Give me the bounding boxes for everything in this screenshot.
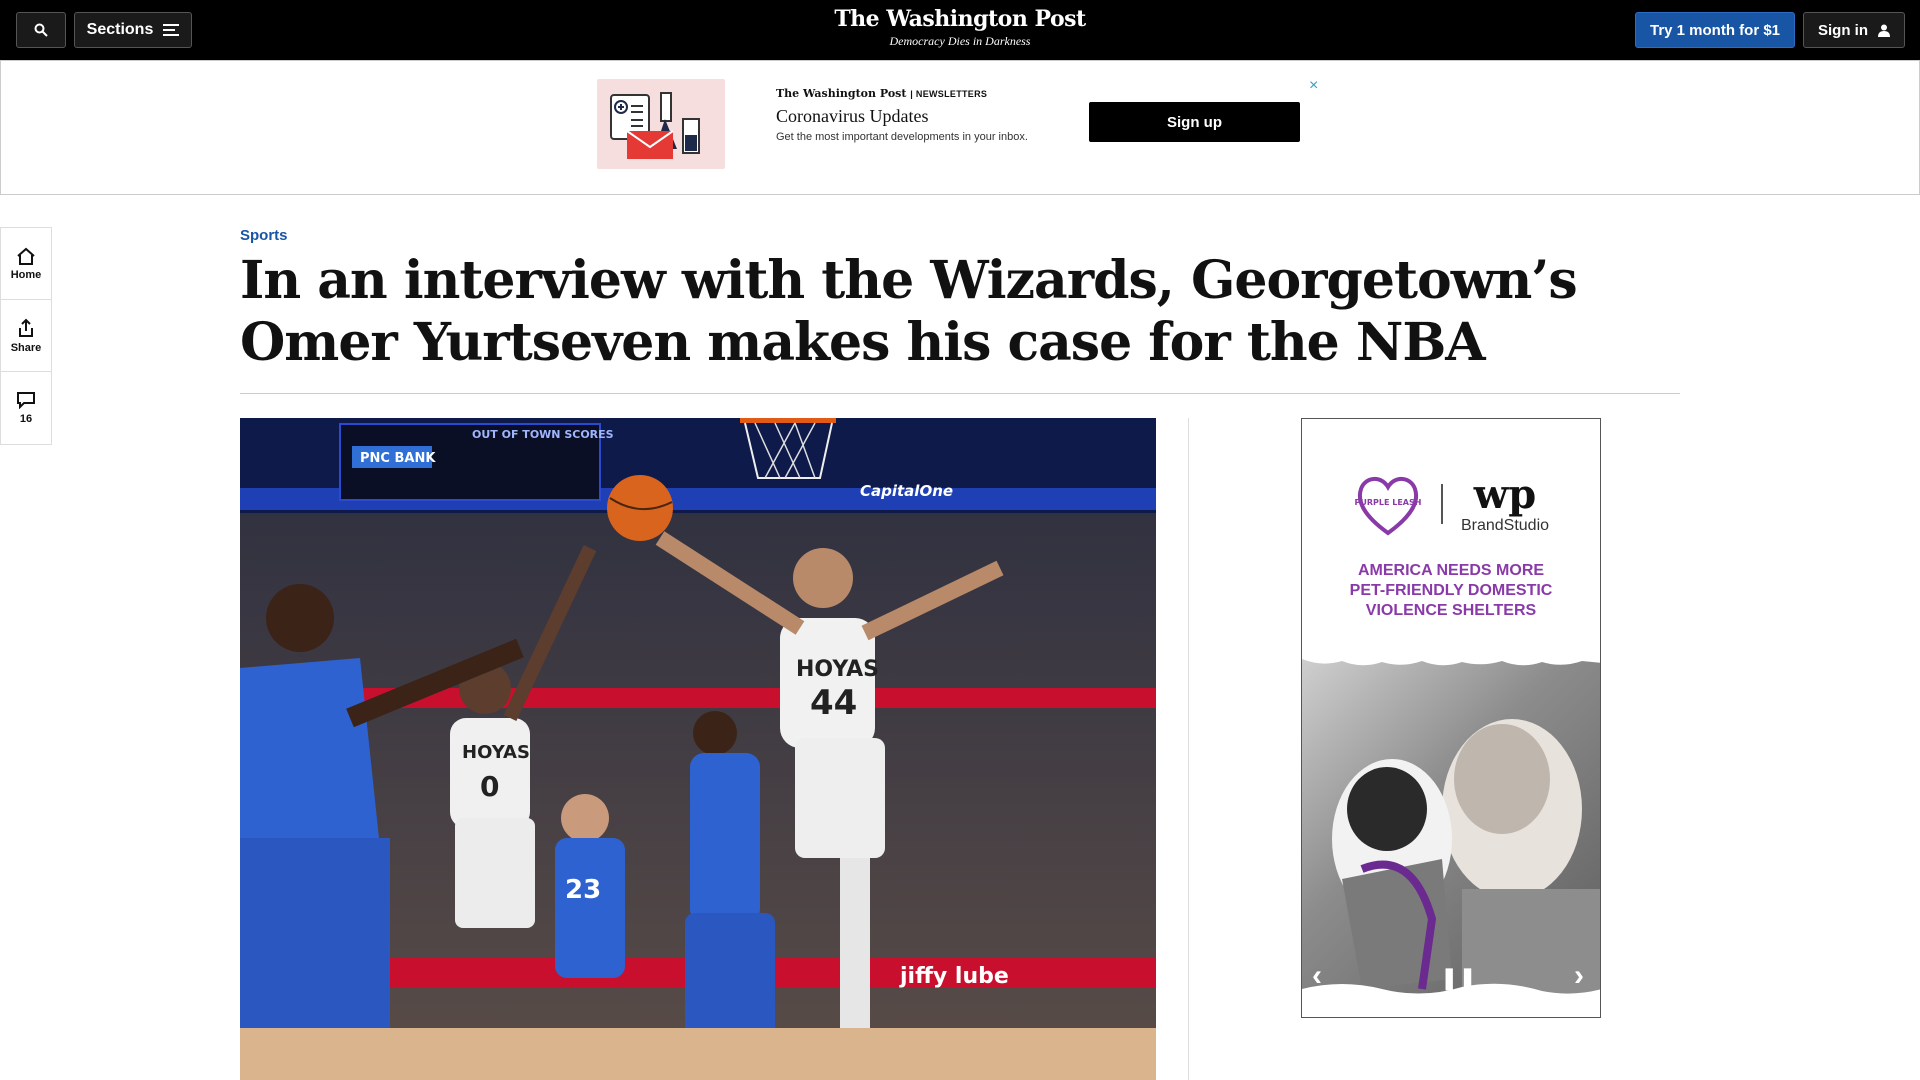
rail-share-button[interactable]: Share	[1, 300, 51, 372]
comment-icon	[17, 392, 35, 409]
newsletter-title: Coronavirus Updates	[776, 106, 929, 126]
tagline: Democracy Dies in Darkness	[889, 34, 1031, 48]
jersey-team-44: HOYAS	[796, 657, 879, 682]
subscribe-button[interactable]: Try 1 month for $1	[1635, 12, 1795, 48]
newsletter-text: The Washington Post | NEWSLETTERS Corona…	[776, 87, 1076, 143]
scoreboard-text: OUT OF TOWN SCORES	[472, 428, 614, 441]
jersey-number-0: 0	[480, 770, 499, 803]
menu-icon	[163, 24, 180, 36]
rail-comments-count: 16	[19, 413, 33, 425]
ad-headline-line-3: VIOLENCE SHELTERS	[1365, 602, 1537, 619]
newsletter-description: Get the most important developments in y…	[776, 131, 1028, 143]
ad-logo-divider	[1440, 484, 1443, 524]
masthead[interactable]: The Washington Post Democracy Dies in Da…	[760, 6, 1160, 49]
jersey-number-44: 44	[810, 683, 857, 723]
newsletter-brand-suffix: | NEWSLETTERS	[910, 89, 988, 99]
close-icon[interactable]: ×	[1309, 77, 1318, 95]
newsletter-brand: The Washington Post | NEWSLETTERS	[776, 87, 1076, 100]
sections-label: Sections	[86, 21, 154, 38]
user-icon	[1878, 24, 1890, 37]
share-icon	[19, 318, 33, 337]
headline-divider	[240, 393, 1680, 394]
ad-logos: PURPLE LEASH wp BrandStudio	[1302, 459, 1600, 549]
ad-next-icon[interactable]: ›	[1574, 959, 1584, 993]
ad-headline: AMERICA NEEDS MORE PET-FRIENDLY DOMESTIC…	[1302, 561, 1600, 621]
newsletter-banner: The Washington Post | NEWSLETTERS Corona…	[0, 60, 1920, 195]
rail-home-button[interactable]: Home	[1, 228, 51, 300]
newsletter-illustration	[597, 79, 725, 169]
column-divider	[1188, 418, 1189, 1080]
ad-headline-line-2: PET-FRIENDLY DOMESTIC	[1349, 582, 1553, 599]
section-kicker-link[interactable]: Sports	[240, 227, 288, 244]
brandstudio-label: BrandStudio	[1460, 517, 1550, 534]
home-icon	[17, 247, 35, 265]
jersey-number-23: 23	[565, 875, 601, 905]
search-icon	[34, 23, 48, 37]
article-left-rail: Home Share 16	[0, 227, 52, 445]
purple-leash-text: PURPLE LEASH	[1354, 498, 1421, 507]
newsletter-brand-name: The Washington Post	[776, 87, 907, 100]
wp-mark: wp	[1473, 471, 1537, 518]
pnc-sponsor-text: PNC BANK	[360, 451, 436, 466]
rail-share-label: Share	[10, 341, 42, 354]
site-logo[interactable]: The Washington Post	[760, 6, 1160, 32]
jiffylube-sponsor-text: jiffy lube	[899, 964, 1009, 989]
sign-in-button[interactable]: Sign in	[1803, 12, 1905, 48]
sign-in-label: Sign in	[1818, 21, 1868, 39]
ad-prev-icon[interactable]: ‹	[1312, 959, 1322, 993]
rail-home-label: Home	[10, 268, 42, 281]
wp-brandstudio-logo: wp BrandStudio	[1461, 473, 1549, 535]
ad-headline-line-1: AMERICA NEEDS MORE	[1357, 562, 1545, 579]
lead-photo[interactable]: OUT OF TOWN SCORES PNC BANK CapitalOne j…	[240, 418, 1156, 1080]
newsletter-signup-button[interactable]: Sign up	[1089, 102, 1300, 142]
search-button[interactable]	[16, 12, 66, 48]
purple-leash-heart-icon: PURPLE LEASH	[1354, 477, 1421, 536]
jersey-team-0: HOYAS	[462, 742, 530, 763]
rail-comments-button[interactable]: 16	[1, 372, 51, 444]
top-navigation-bar: Sections The Washington Post Democracy D…	[0, 0, 1920, 60]
ad-pause-icon[interactable]: ❚❚	[1440, 965, 1477, 991]
sections-button[interactable]: Sections	[74, 12, 192, 48]
capitalone-sponsor-text: CapitalOne	[860, 482, 953, 500]
brandstudio-advertisement[interactable]: PURPLE LEASH wp BrandStudio AMERICA NEED…	[1301, 418, 1601, 1018]
article-headline: In an interview with the Wizards, George…	[240, 250, 1578, 373]
